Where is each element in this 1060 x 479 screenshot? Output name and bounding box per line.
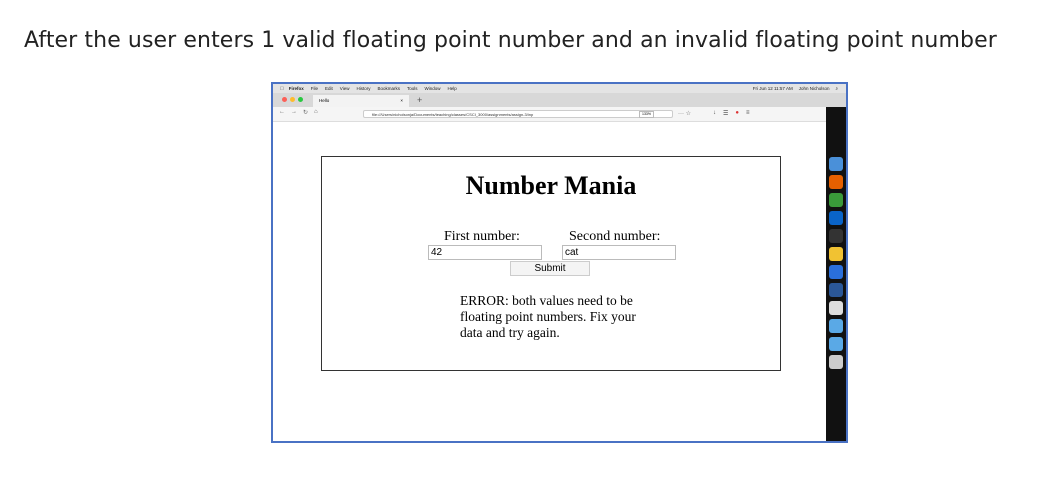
reload-icon[interactable]: ↻ bbox=[303, 109, 308, 116]
page-title: Number Mania bbox=[465, 171, 637, 200]
web-page: Number Mania First number: Second number… bbox=[273, 122, 828, 441]
content-box: Number Mania First number: Second number… bbox=[321, 156, 781, 371]
downloads-folder-icon[interactable] bbox=[829, 337, 843, 351]
vscode-icon[interactable] bbox=[829, 265, 843, 279]
word-icon[interactable] bbox=[829, 283, 843, 297]
navigation-toolbar: ← → ↻ ⌂ file:///Users/nicholsonja/Docume… bbox=[273, 107, 846, 122]
new-tab-button[interactable]: + bbox=[417, 93, 422, 107]
menu-history[interactable]: History bbox=[356, 86, 370, 91]
url-text: file:///Users/nicholsonja/Documents/teac… bbox=[372, 112, 534, 117]
search-icon[interactable]: ⌕ bbox=[835, 86, 838, 91]
second-number-label: Second number: bbox=[569, 229, 661, 244]
minimize-window-icon[interactable] bbox=[290, 97, 295, 102]
extension-icon[interactable]: ● bbox=[735, 110, 739, 117]
menu-view[interactable]: View bbox=[340, 86, 350, 91]
firefox-icon[interactable] bbox=[829, 175, 843, 189]
browser-window:  Firefox File Edit View History Bookmar… bbox=[271, 82, 848, 443]
window-controls bbox=[282, 97, 303, 102]
zoom-window-icon[interactable] bbox=[298, 97, 303, 102]
tab-hello[interactable]: Hello × bbox=[313, 95, 409, 107]
submit-button[interactable]: Submit bbox=[510, 261, 590, 276]
menu-tools[interactable]: Tools bbox=[407, 86, 418, 91]
library-icon[interactable]: ☰ bbox=[723, 110, 728, 117]
menu-file[interactable]: File bbox=[311, 86, 318, 91]
menu-bookmarks[interactable]: Bookmarks bbox=[378, 86, 401, 91]
clock: Fri Jun 12 11:57 AM bbox=[752, 86, 793, 91]
menu-icon[interactable]: ≡ bbox=[746, 110, 750, 117]
trash-icon[interactable] bbox=[829, 355, 843, 369]
dock bbox=[826, 107, 846, 441]
terminal-icon[interactable] bbox=[829, 229, 843, 243]
second-number-input[interactable]: cat bbox=[562, 245, 676, 260]
folder-icon[interactable] bbox=[829, 319, 843, 333]
chrome-icon[interactable] bbox=[829, 247, 843, 261]
menu-app[interactable]: Firefox bbox=[289, 86, 304, 91]
menu-window[interactable]: Window bbox=[425, 86, 441, 91]
bookmark-star-icon[interactable]: ··· ☆ bbox=[678, 110, 691, 117]
first-number-input[interactable]: 42 bbox=[428, 245, 542, 260]
forward-icon[interactable]: → bbox=[291, 109, 297, 116]
tab-bar: Hello × + bbox=[273, 93, 846, 107]
user-name[interactable]: John Nicholson bbox=[799, 86, 830, 91]
close-window-icon[interactable] bbox=[282, 97, 287, 102]
close-tab-icon[interactable]: × bbox=[400, 95, 403, 107]
first-number-label: First number: bbox=[444, 229, 520, 244]
back-icon[interactable]: ← bbox=[279, 109, 285, 116]
download-icon[interactable]: ↓ bbox=[713, 110, 716, 117]
menu-edit[interactable]: Edit bbox=[325, 86, 333, 91]
mac-menubar:  Firefox File Edit View History Bookmar… bbox=[273, 84, 846, 93]
apple-icon[interactable]:  bbox=[280, 86, 284, 92]
error-message: ERROR: both values need to be floating p… bbox=[460, 293, 636, 340]
outlook-icon[interactable] bbox=[829, 211, 843, 225]
menu-help[interactable]: Help bbox=[448, 86, 457, 91]
finder-icon[interactable] bbox=[829, 157, 843, 171]
tab-title: Hello bbox=[319, 98, 330, 103]
url-bar[interactable]: file:///Users/nicholsonja/Documents/teac… bbox=[363, 110, 673, 118]
divider-icon bbox=[829, 301, 843, 315]
slide-caption: After the user enters 1 valid floating p… bbox=[24, 28, 997, 53]
vim-icon[interactable] bbox=[829, 193, 843, 207]
home-icon[interactable]: ⌂ bbox=[314, 109, 318, 116]
zoom-level[interactable]: 133% bbox=[639, 111, 654, 118]
